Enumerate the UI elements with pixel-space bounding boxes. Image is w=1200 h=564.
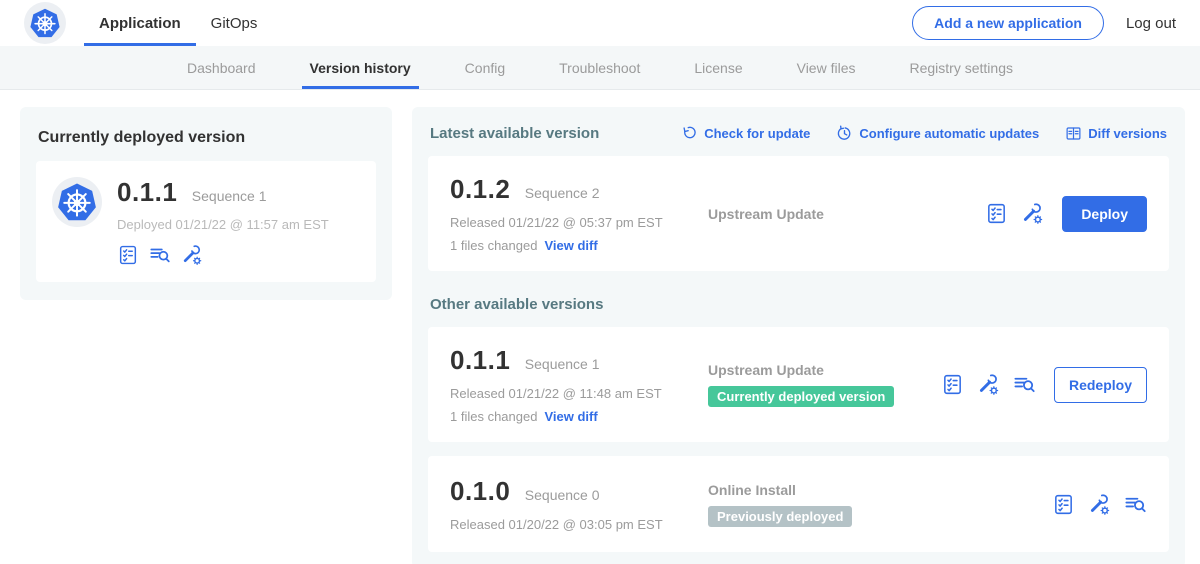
- config-wrench-icon[interactable]: [977, 373, 1000, 396]
- version-row: 0.1.0 Sequence 0 Released 01/20/22 @ 03:…: [428, 456, 1169, 552]
- version-number: 0.1.0: [450, 476, 510, 506]
- subnav-config[interactable]: Config: [461, 46, 509, 89]
- tab-gitops[interactable]: GitOps: [196, 0, 273, 46]
- update-actions: Check for update Configure automatic upd…: [681, 125, 1167, 142]
- subnav-troubleshoot[interactable]: Troubleshoot: [555, 46, 644, 89]
- redeploy-button[interactable]: Redeploy: [1054, 367, 1147, 403]
- sequence-label: Sequence 0: [525, 487, 600, 503]
- files-changed-label: 1 files changed: [450, 409, 537, 424]
- view-diff-link[interactable]: View diff: [544, 409, 597, 424]
- version-source-label: Online Install: [708, 482, 1052, 498]
- subnav-view-files[interactable]: View files: [793, 46, 860, 89]
- release-notes-icon[interactable]: [941, 373, 964, 396]
- released-timestamp: Released 01/21/22 @ 05:37 pm EST: [450, 215, 708, 230]
- currently-deployed-title: Currently deployed version: [36, 121, 376, 161]
- release-notes-icon[interactable]: [985, 202, 1008, 225]
- subnav-registry-settings[interactable]: Registry settings: [906, 46, 1017, 89]
- diff-icon: [1065, 125, 1082, 142]
- config-wrench-icon[interactable]: [1088, 493, 1111, 516]
- tab-application[interactable]: Application: [84, 0, 196, 46]
- release-notes-icon[interactable]: [117, 244, 139, 266]
- sequence-label: Sequence 2: [525, 185, 600, 201]
- logout-link[interactable]: Log out: [1126, 15, 1176, 32]
- subnav-license[interactable]: License: [690, 46, 746, 89]
- release-notes-icon[interactable]: [1052, 493, 1075, 516]
- view-logs-icon[interactable]: [149, 244, 171, 266]
- check-for-update-label: Check for update: [704, 126, 810, 141]
- currently-deployed-badge: Currently deployed version: [708, 386, 894, 407]
- subnav-dashboard[interactable]: Dashboard: [183, 46, 260, 89]
- version-actions: Deploy: [985, 196, 1147, 232]
- released-timestamp: Released 01/20/22 @ 03:05 pm EST: [450, 517, 708, 532]
- deploy-button[interactable]: Deploy: [1062, 196, 1147, 232]
- latest-available-header: Latest available version Check for updat…: [428, 123, 1169, 142]
- other-versions-title: Other available versions: [430, 296, 1167, 313]
- version-number: 0.1.2: [450, 174, 510, 204]
- diff-versions-link[interactable]: Diff versions: [1065, 125, 1167, 142]
- app-subnav: Dashboard Version history Config Trouble…: [0, 46, 1200, 90]
- view-logs-icon[interactable]: [1013, 373, 1036, 396]
- currently-deployed-panel: Currently deployed version 0.1.1 Sequenc…: [20, 107, 392, 300]
- add-application-button[interactable]: Add a new application: [912, 6, 1104, 40]
- sequence-label: Sequence 1: [525, 356, 600, 372]
- app-logo: [24, 2, 66, 44]
- configure-updates-link[interactable]: Configure automatic updates: [836, 125, 1039, 142]
- check-for-update-link[interactable]: Check for update: [681, 125, 810, 142]
- deployed-actions: [117, 244, 329, 266]
- subnav-version-history[interactable]: Version history: [306, 46, 415, 89]
- main-content: Currently deployed version 0.1.1 Sequenc…: [0, 90, 1200, 564]
- kubernetes-icon: [28, 6, 62, 40]
- files-changed-label: 1 files changed: [450, 238, 537, 253]
- deployed-version-number: 0.1.1: [117, 177, 177, 207]
- version-source-label: Upstream Update: [708, 362, 941, 378]
- version-history-panel: Latest available version Check for updat…: [412, 107, 1185, 564]
- top-navbar: Application GitOps Add a new application…: [0, 0, 1200, 46]
- deployed-timestamp: Deployed 01/21/22 @ 11:57 am EST: [117, 217, 329, 232]
- top-tabs: Application GitOps: [84, 0, 272, 46]
- latest-available-title: Latest available version: [430, 125, 599, 142]
- config-wrench-icon[interactable]: [181, 244, 203, 266]
- version-actions: [1052, 493, 1147, 516]
- diff-versions-label: Diff versions: [1088, 126, 1167, 141]
- configure-updates-label: Configure automatic updates: [859, 126, 1039, 141]
- topbar-actions: Add a new application Log out: [912, 6, 1176, 40]
- deployed-sequence-label: Sequence 1: [192, 188, 267, 204]
- view-logs-icon[interactable]: [1124, 493, 1147, 516]
- config-wrench-icon[interactable]: [1021, 202, 1044, 225]
- version-row: 0.1.2 Sequence 2 Released 01/21/22 @ 05:…: [428, 156, 1169, 271]
- refresh-icon: [681, 125, 698, 142]
- deployed-version-card: 0.1.1 Sequence 1 Deployed 01/21/22 @ 11:…: [36, 161, 376, 282]
- released-timestamp: Released 01/21/22 @ 11:48 am EST: [450, 386, 708, 401]
- previously-deployed-badge: Previously deployed: [708, 506, 852, 527]
- kubernetes-icon: [55, 180, 99, 224]
- version-number: 0.1.1: [450, 345, 510, 375]
- version-source-label: Upstream Update: [708, 206, 985, 222]
- app-icon-avatar: [52, 177, 102, 227]
- version-actions: Redeploy: [941, 367, 1147, 403]
- version-row: 0.1.1 Sequence 1 Released 01/21/22 @ 11:…: [428, 327, 1169, 442]
- view-diff-link[interactable]: View diff: [544, 238, 597, 253]
- schedule-icon: [836, 125, 853, 142]
